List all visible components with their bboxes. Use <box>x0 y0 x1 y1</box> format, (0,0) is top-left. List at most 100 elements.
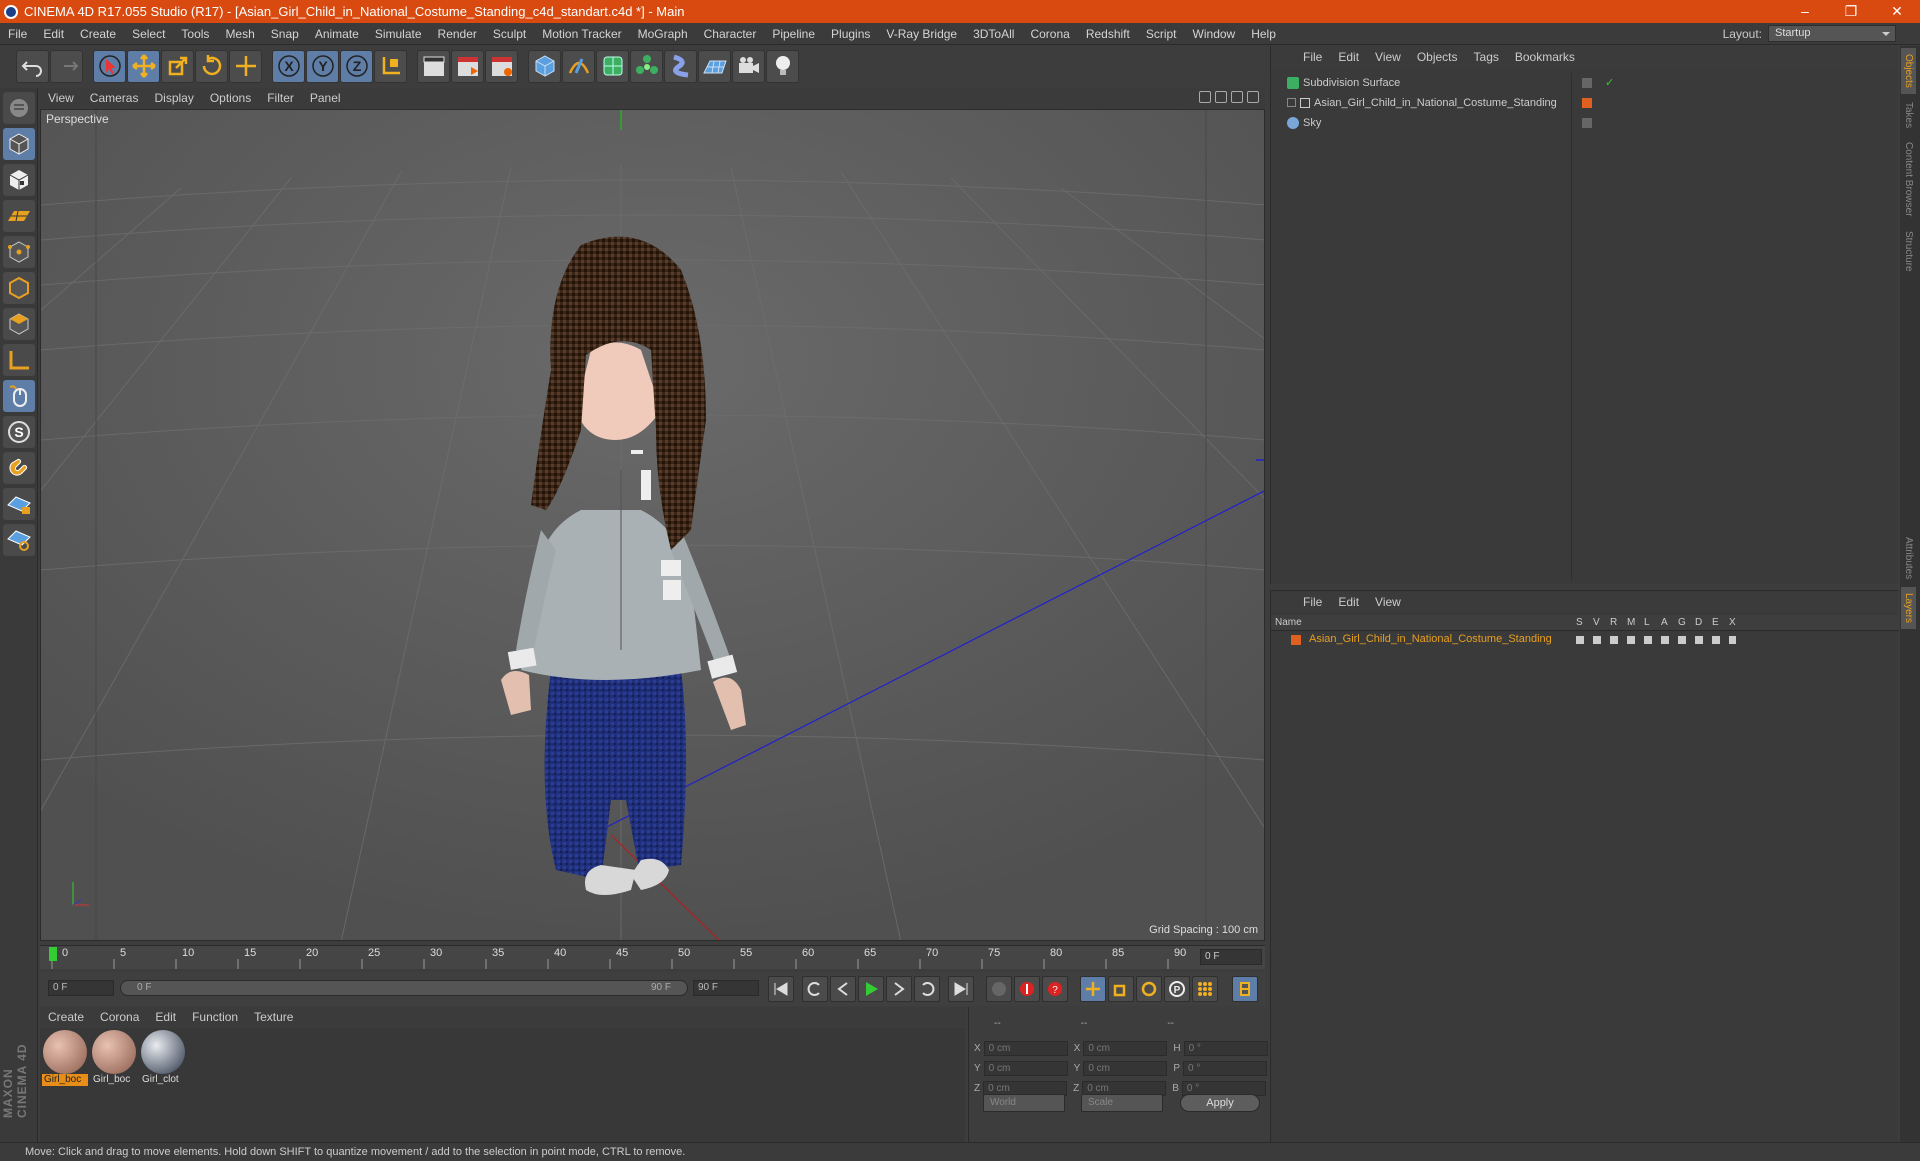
menu-mesh[interactable]: Mesh <box>217 27 262 41</box>
move-tool-button[interactable] <box>127 49 160 83</box>
key-parameter-button[interactable]: P <box>1164 976 1190 1002</box>
layer-color-swatch[interactable] <box>1291 635 1301 645</box>
goto-end-button[interactable] <box>948 976 974 1002</box>
perspective-viewport[interactable]: Perspective Grid Spacing : 100 cm <box>40 109 1265 941</box>
close-button[interactable]: ✕ <box>1874 0 1920 23</box>
menu-render[interactable]: Render <box>430 27 485 41</box>
render-picture-viewer-button[interactable] <box>451 49 484 83</box>
next-key-button[interactable] <box>914 976 940 1002</box>
coord-type-dropdown[interactable]: Scale <box>1081 1094 1163 1112</box>
menu-script[interactable]: Script <box>1138 27 1185 41</box>
rotation-h-field[interactable]: 0 ° <box>1183 1040 1268 1056</box>
play-button[interactable] <box>858 976 884 1002</box>
layers-menu-file[interactable]: File <box>1295 595 1330 609</box>
menu-sculpt[interactable]: Sculpt <box>485 27 534 41</box>
position-x-field[interactable]: 0 cm <box>983 1040 1068 1056</box>
menu-animate[interactable]: Animate <box>307 27 367 41</box>
material-swatch[interactable]: Girl_boc <box>42 1030 88 1088</box>
menu-corona[interactable]: Corona <box>1022 27 1077 41</box>
key-position-button[interactable] <box>1080 976 1106 1002</box>
menu-select[interactable]: Select <box>124 27 173 41</box>
material-swatch[interactable]: Girl_clot <box>140 1030 186 1088</box>
material-menu-texture[interactable]: Texture <box>246 1010 301 1024</box>
expand-icon[interactable] <box>1287 98 1296 107</box>
frame-range-slider[interactable]: 0 F 90 F <box>120 980 688 996</box>
viewport-rotate-icon[interactable] <box>1231 91 1243 103</box>
object-row-subdivision[interactable]: Subdivision Surface ✓ <box>1275 73 1895 92</box>
z-axis-button[interactable]: Z <box>340 49 373 83</box>
mograph-cloner-button[interactable] <box>630 49 663 83</box>
coordinate-system-button[interactable] <box>374 49 407 83</box>
material-swatch[interactable]: Girl_boc <box>91 1030 137 1088</box>
select-tool-button[interactable] <box>93 49 126 83</box>
record-button[interactable] <box>1014 976 1040 1002</box>
menu-3dtoall[interactable]: 3DToAll <box>965 27 1022 41</box>
render-view-button[interactable] <box>417 49 450 83</box>
checkmark-icon[interactable]: ✓ <box>1605 76 1614 89</box>
material-tag-icon[interactable] <box>1582 97 1592 108</box>
render-settings-button[interactable] <box>485 49 518 83</box>
tab-layers[interactable]: Layers <box>1901 587 1916 630</box>
edges-mode-button[interactable] <box>3 272 35 304</box>
record-disabled-button[interactable] <box>986 976 1012 1002</box>
polygons-mode-button[interactable] <box>3 308 35 340</box>
workplane-mode-button[interactable] <box>3 200 35 232</box>
tab-takes[interactable]: Takes <box>1901 96 1916 134</box>
start-frame-field[interactable]: 0 F <box>48 980 114 996</box>
object-row-sky[interactable]: Sky <box>1275 113 1895 132</box>
object-row-girl[interactable]: Asian_Girl_Child_in_National_Costume_Sta… <box>1275 93 1895 112</box>
menu-simulate[interactable]: Simulate <box>367 27 430 41</box>
key-rotation-button[interactable] <box>1136 976 1162 1002</box>
visibility-toggle[interactable] <box>1582 77 1592 88</box>
tab-content-browser[interactable]: Content Browser <box>1901 136 1916 222</box>
menu-mograph[interactable]: MoGraph <box>630 27 696 41</box>
viewport-zoom-icon[interactable] <box>1215 91 1227 103</box>
floor-object-button[interactable] <box>698 49 731 83</box>
menu-help[interactable]: Help <box>1243 27 1284 41</box>
menu-plugins[interactable]: Plugins <box>823 27 878 41</box>
texture-mode-button[interactable] <box>3 164 35 196</box>
layer-row[interactable]: Asian_Girl_Child_in_National_Costume_Sta… <box>1271 632 1899 648</box>
viewport-menu-options[interactable]: Options <box>202 91 259 105</box>
material-menu-edit[interactable]: Edit <box>147 1010 184 1024</box>
tab-attributes[interactable]: Attributes <box>1901 531 1916 585</box>
light-object-button[interactable] <box>766 49 799 83</box>
tab-objects[interactable]: Objects <box>1901 48 1916 94</box>
scale-tool-button[interactable] <box>161 49 194 83</box>
end-frame-field[interactable]: 90 F <box>693 980 759 996</box>
points-mode-button[interactable] <box>3 236 35 268</box>
objects-menu-objects[interactable]: Objects <box>1409 50 1466 64</box>
material-menu-create[interactable]: Create <box>40 1010 92 1024</box>
cube-object-button[interactable] <box>528 49 561 83</box>
menu-file[interactable]: File <box>0 27 35 41</box>
layers-menu-view[interactable]: View <box>1367 595 1409 609</box>
viewport-menu-view[interactable]: View <box>40 91 82 105</box>
menu-window[interactable]: Window <box>1185 27 1244 41</box>
layers-menu-edit[interactable]: Edit <box>1330 595 1367 609</box>
deformer-button[interactable] <box>664 49 697 83</box>
position-y-field[interactable]: 0 cm <box>983 1060 1068 1076</box>
undo-button[interactable] <box>16 49 49 83</box>
next-frame-button[interactable] <box>886 976 912 1002</box>
viewport-pan-icon[interactable] <box>1199 91 1211 103</box>
y-axis-button[interactable]: Y <box>306 49 339 83</box>
model-mode-button[interactable] <box>3 128 35 160</box>
restore-button[interactable]: ❐ <box>1828 0 1874 23</box>
size-y-field[interactable]: 0 cm <box>1083 1060 1168 1076</box>
size-x-field[interactable]: 0 cm <box>1083 1040 1168 1056</box>
live-selection-button[interactable] <box>229 49 262 83</box>
camera-object-button[interactable] <box>732 49 765 83</box>
lock-workplane-button[interactable] <box>3 488 35 520</box>
make-editable-button[interactable] <box>3 92 35 124</box>
viewport-menu-panel[interactable]: Panel <box>302 91 349 105</box>
axis-mode-button[interactable] <box>3 344 35 376</box>
coord-mode-dropdown[interactable]: World <box>983 1094 1065 1112</box>
current-frame-field[interactable]: 0 F <box>1200 949 1262 965</box>
snap-button[interactable] <box>3 452 35 484</box>
rotate-tool-button[interactable] <box>195 49 228 83</box>
menu-snap[interactable]: Snap <box>263 27 307 41</box>
prev-key-button[interactable] <box>802 976 828 1002</box>
menu-vray-bridge[interactable]: V-Ray Bridge <box>878 27 965 41</box>
visibility-toggle[interactable] <box>1582 117 1592 128</box>
viewport-menu-display[interactable]: Display <box>146 91 201 105</box>
